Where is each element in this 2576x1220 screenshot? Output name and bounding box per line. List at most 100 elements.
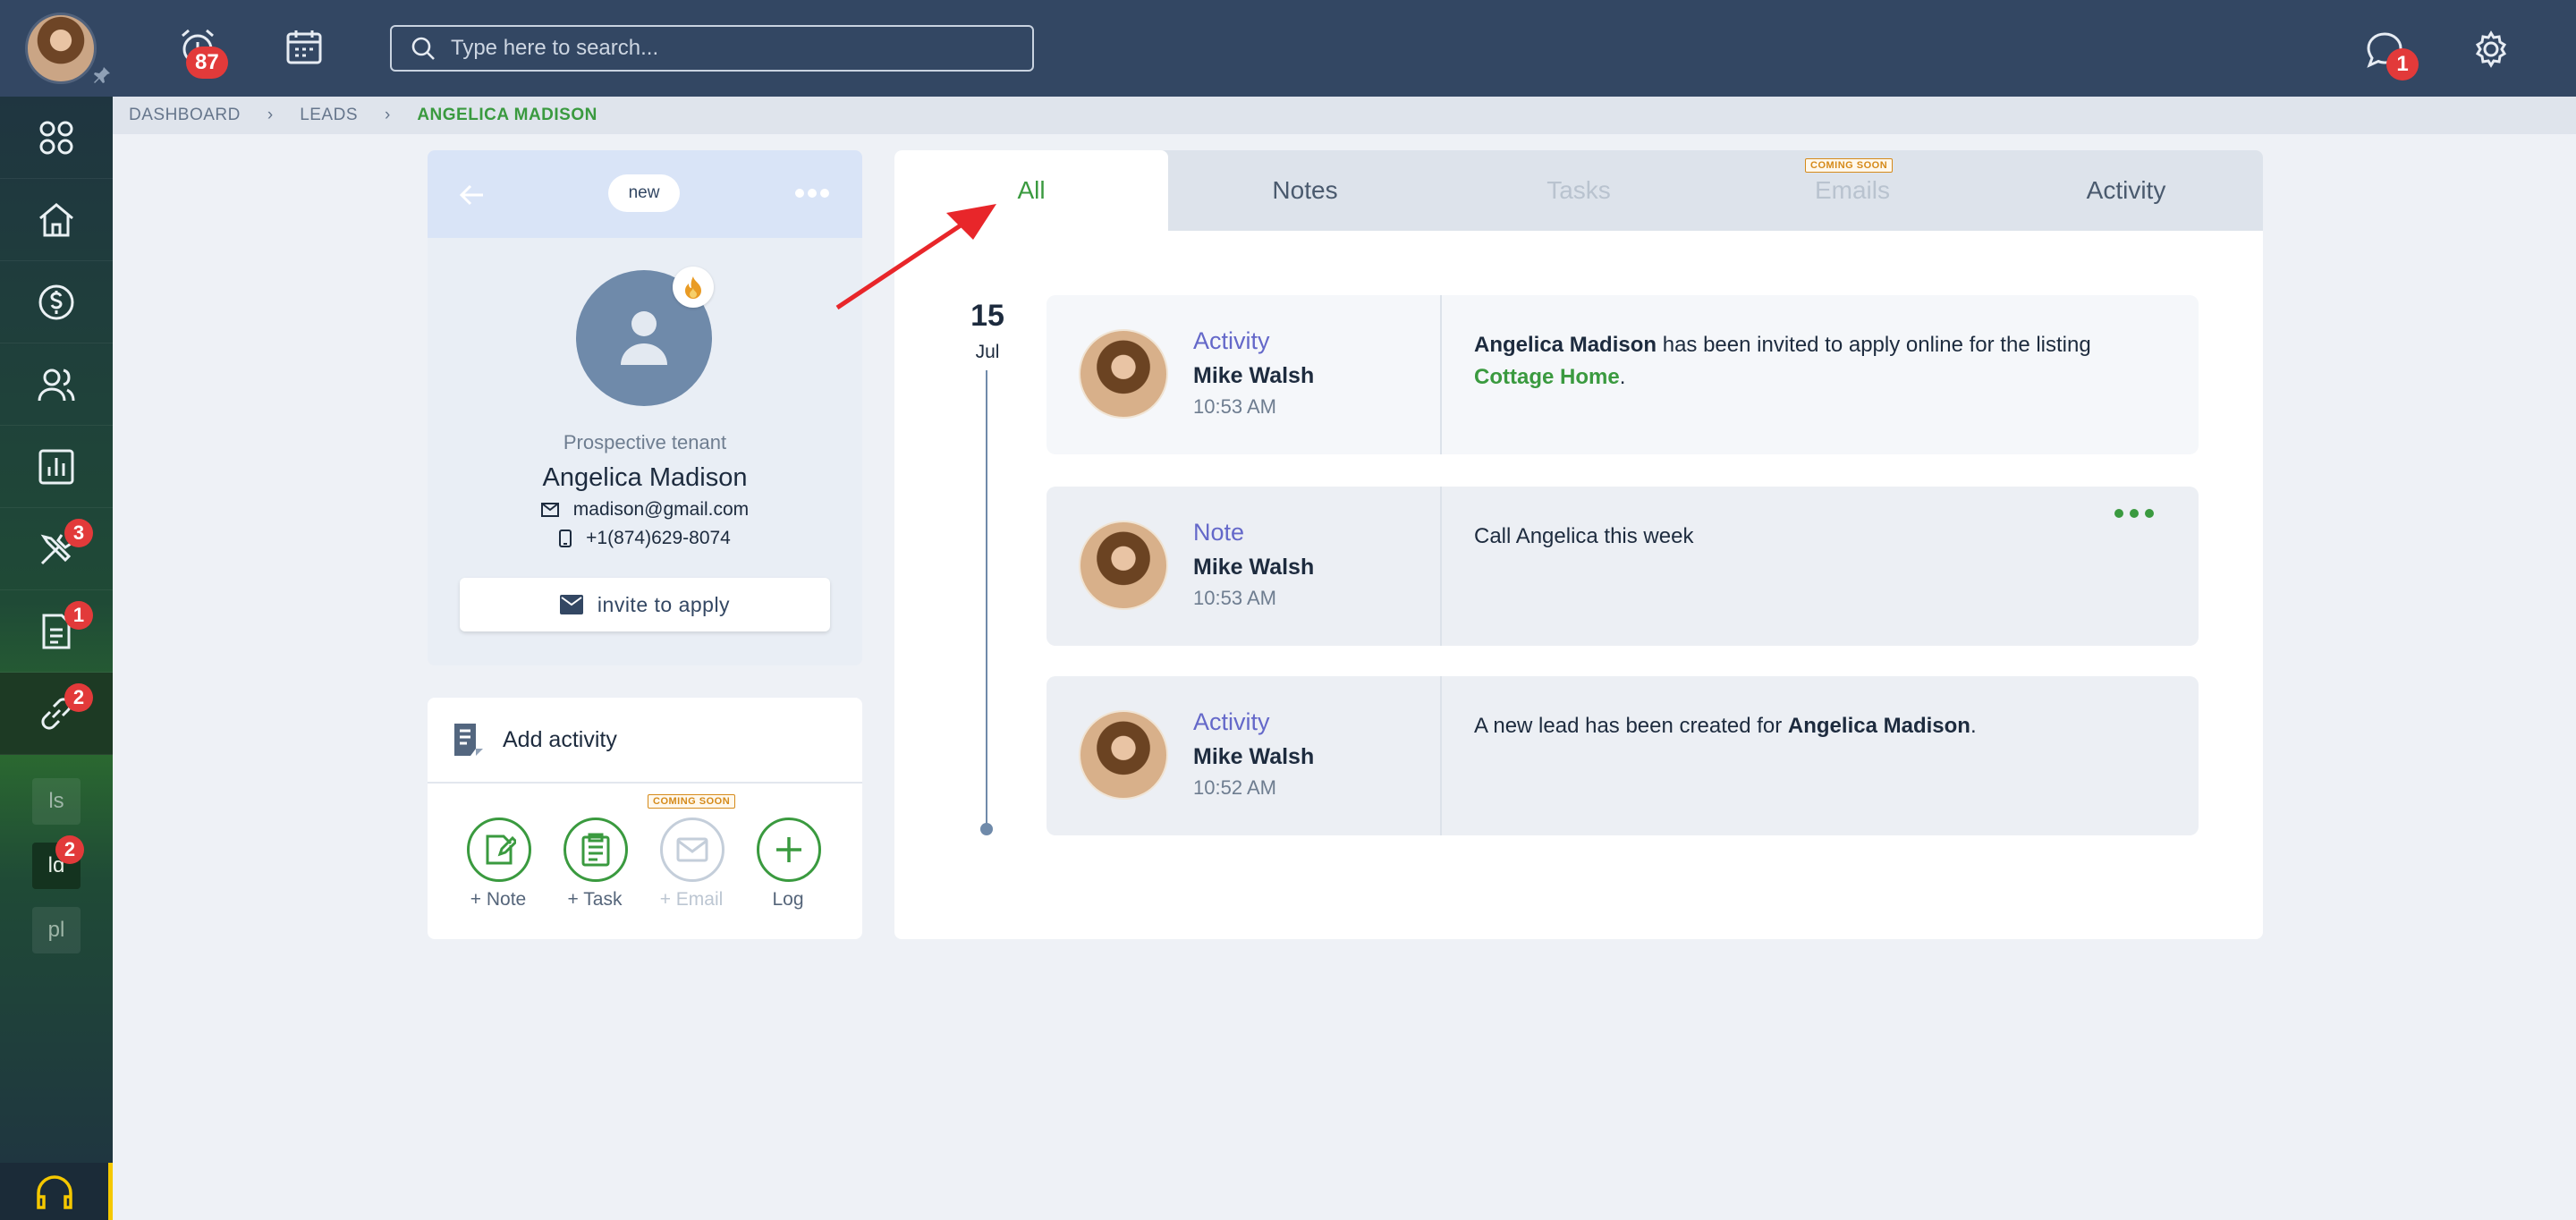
lead-name-mention: Angelica Madison: [1787, 714, 1970, 738]
note-edit-icon: [486, 835, 516, 865]
lead-email[interactable]: madison@gmail.com: [573, 499, 749, 521]
listing-link[interactable]: Cottage Home: [1474, 365, 1620, 389]
lead-name: Angelica Madison: [542, 463, 748, 492]
timeline-entry: Activity Mike Walsh 10:52 AM A new lead …: [1046, 676, 2199, 835]
sidebar-sub-item-ls[interactable]: ls: [32, 778, 80, 825]
entry-text: Angelica Madison has been invited to app…: [1474, 329, 2154, 394]
entry-divider: [1440, 295, 1442, 454]
notifications-badge: 87: [186, 47, 228, 79]
more-options-icon[interactable]: [791, 179, 834, 208]
envelope-icon: [559, 595, 583, 614]
messages-badge: 1: [2386, 48, 2419, 80]
plus-icon: [776, 837, 801, 862]
lead-profile-card: new Prospective tenant Angelica Madison …: [428, 150, 862, 665]
add-log-label: Log: [772, 889, 804, 910]
entry-divider: [1440, 676, 1442, 835]
status-badge: new: [608, 174, 680, 212]
phone-icon: [559, 530, 572, 547]
arrow-left-icon[interactable]: [454, 177, 490, 213]
sidebar-item-tools[interactable]: 3: [0, 508, 113, 590]
add-activity-card: Add activity + Note + Task COMING SOON +…: [428, 698, 862, 939]
users-icon: [38, 369, 75, 401]
chevron-right-icon: ›: [267, 106, 274, 124]
gear-icon[interactable]: [2469, 27, 2513, 72]
documents-badge: 1: [64, 601, 93, 630]
timeline-line: [986, 370, 987, 828]
entry-type: Note: [1193, 519, 1245, 546]
entry-text-part: A new lead has been created for: [1474, 714, 1788, 738]
tab-tasks[interactable]: Tasks: [1442, 150, 1716, 231]
clipboard-icon: [581, 833, 610, 867]
add-log-button[interactable]: [757, 818, 821, 882]
breadcrumb-leads[interactable]: LEADS: [300, 106, 358, 125]
invite-to-apply-button[interactable]: invite to apply: [460, 578, 830, 631]
sidebar-item-apps[interactable]: [0, 97, 113, 179]
add-activity-header: Add activity: [428, 698, 862, 784]
entry-text: Call Angelica this week: [1474, 524, 1694, 548]
timeline-tabs: All Notes Tasks Emails COMING SOON Activ…: [894, 150, 2263, 231]
lead-name-mention: Angelica Madison: [1474, 333, 1657, 357]
entry-time: 10:53 AM: [1193, 395, 1276, 418]
lead-phone-row: +1(874)629-8074: [428, 528, 862, 549]
annotation-arrow-icon: [835, 204, 996, 310]
entry-author: Mike Walsh: [1193, 555, 1315, 580]
entry-text: A new lead has been created for Angelica…: [1474, 710, 2154, 742]
pin-icon[interactable]: [91, 64, 113, 86]
tools-badge: 3: [64, 519, 93, 547]
timeline-date-month: Jul: [975, 342, 1000, 362]
sidebar-item-documents[interactable]: 1: [0, 590, 113, 673]
mail-icon: [540, 503, 559, 517]
entry-author: Mike Walsh: [1193, 744, 1315, 769]
dollar-circle-icon: [38, 284, 74, 319]
entry-text-end: .: [1970, 714, 1977, 738]
lead-role: Prospective tenant: [563, 431, 727, 453]
add-activity-title: Add activity: [503, 726, 617, 752]
add-task-button[interactable]: [564, 818, 628, 882]
tab-activity[interactable]: Activity: [1989, 150, 2263, 231]
ld-badge: 2: [55, 835, 84, 864]
add-email-button[interactable]: [660, 818, 724, 882]
search-bar[interactable]: [390, 25, 1034, 72]
top-bar: 87 1: [0, 0, 2576, 97]
breadcrumb-current: ANGELICA MADISON: [417, 106, 597, 124]
author-avatar: [1079, 710, 1168, 800]
lead-email-row: madison@gmail.com: [428, 499, 862, 521]
sidebar-item-finance[interactable]: [0, 261, 113, 343]
support-button[interactable]: [0, 1163, 113, 1220]
links-badge: 2: [64, 683, 93, 712]
sidebar-item-links[interactable]: 2: [0, 673, 113, 755]
flame-icon: [673, 267, 714, 308]
timeline-end-dot: [980, 823, 993, 835]
entry-divider: [1440, 487, 1442, 646]
entry-type: Activity: [1193, 708, 1270, 735]
home-icon: [39, 202, 73, 236]
emails-coming-soon-badge: COMING SOON: [1805, 158, 1894, 173]
timeline-entry: Note Mike Walsh 10:53 AM Call Angelica t…: [1046, 487, 2199, 646]
breadcrumb-dashboard[interactable]: DASHBOARD: [129, 106, 241, 125]
breadcrumb: DASHBOARD › LEADS › ANGELICA MADISON: [113, 97, 2576, 134]
invite-label: invite to apply: [597, 592, 731, 616]
sidebar-sub-item-pl[interactable]: pl: [32, 907, 80, 953]
lead-phone[interactable]: +1(874)629-8074: [586, 528, 731, 549]
sidebar-item-home[interactable]: [0, 179, 113, 261]
add-email-label: + Email: [659, 889, 724, 910]
user-avatar[interactable]: [25, 13, 97, 84]
notepad-icon: [454, 724, 483, 756]
tab-notes[interactable]: Notes: [1168, 150, 1442, 231]
search-icon: [411, 37, 435, 60]
entry-time: 10:53 AM: [1193, 587, 1276, 609]
entry-author: Mike Walsh: [1193, 363, 1315, 388]
add-task-label: + Task: [567, 889, 623, 910]
sidebar-item-people[interactable]: [0, 343, 113, 426]
sidebar-item-reports[interactable]: [0, 426, 113, 508]
headset-icon: [36, 1175, 72, 1209]
entry-text-part: has been invited to apply online for the…: [1657, 333, 2091, 357]
entry-more-icon[interactable]: [2114, 503, 2154, 524]
entry-text-end: .: [1619, 365, 1626, 389]
person-icon: [621, 311, 667, 365]
calendar-icon[interactable]: [283, 25, 326, 68]
author-avatar: [1079, 521, 1168, 610]
search-input[interactable]: [451, 36, 987, 61]
add-note-button[interactable]: [467, 818, 531, 882]
entry-time: 10:52 AM: [1193, 776, 1276, 799]
